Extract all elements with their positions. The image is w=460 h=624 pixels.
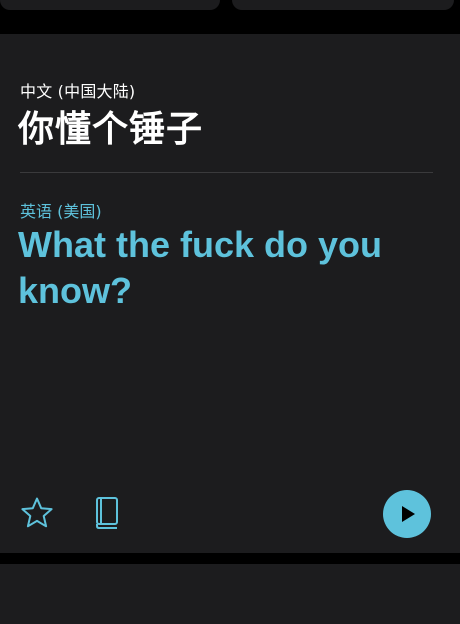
previous-translation-card-left[interactable] xyxy=(0,0,220,10)
translated-text: What the fuck do you know? xyxy=(18,224,382,311)
previous-translation-card-right[interactable] xyxy=(232,0,454,10)
play-icon xyxy=(402,506,415,522)
source-language-label: 中文 (中国大陆) xyxy=(20,82,136,101)
divider xyxy=(20,172,433,173)
target-language-label: 英语 (美国) xyxy=(20,202,102,221)
favorite-button[interactable] xyxy=(18,494,56,532)
book-icon xyxy=(96,497,118,529)
dictionary-button[interactable] xyxy=(90,494,124,532)
previous-cards-strip xyxy=(0,0,460,32)
star-icon xyxy=(21,497,53,528)
source-text: 你懂个锤子 xyxy=(18,109,204,150)
play-button[interactable] xyxy=(383,490,431,538)
next-card-text-preview xyxy=(20,610,160,616)
translation-card: 中文 (中国大陆) 你懂个锤子 英语 (美国) What the fuck do… xyxy=(0,34,460,553)
